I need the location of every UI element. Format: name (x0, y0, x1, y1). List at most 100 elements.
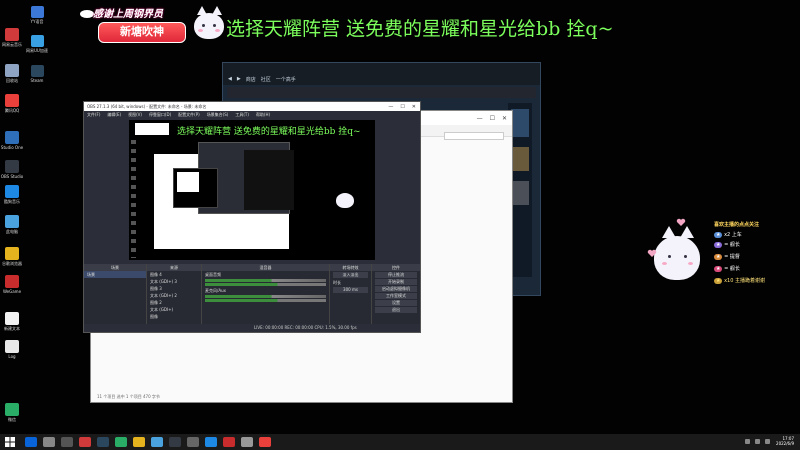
source-item[interactable]: 图像 4 (147, 271, 201, 278)
desktop-icon[interactable]: 此电脑 (0, 215, 24, 234)
obs-preview[interactable]: 选择天耀阵营 送免费的星耀和星光给bb 拴q~ (129, 120, 375, 260)
mixer-dock-title: 混音器 (202, 264, 329, 271)
taskbar-app-icon[interactable] (241, 437, 253, 447)
obs-control-button[interactable]: 停止推流 (375, 272, 417, 278)
source-item[interactable]: 图像 (147, 313, 201, 320)
obs-control-button[interactable]: 设置 (375, 300, 417, 306)
source-item[interactable]: 文本 (GDI+) 3 (147, 278, 201, 285)
app-icon (5, 275, 19, 288)
desktop-icon[interactable]: 腾讯QQ (0, 94, 24, 113)
minimize-button[interactable]: — (388, 104, 393, 110)
close-button[interactable]: ✕ (412, 104, 416, 110)
taskbar-app-icon[interactable] (115, 437, 127, 447)
sources-dock: 来源 图像 4 文本 (GDI+) 3 图像 3 文本 (GDI+) 2 图像 2 文本 … (147, 264, 202, 332)
taskbar-app-icon[interactable] (43, 437, 55, 447)
maximize-button[interactable]: ☐ (490, 115, 495, 122)
desktop-icon[interactable]: 谷歌浏览器 (0, 247, 24, 266)
obs-control-button[interactable]: 退出 (375, 307, 417, 313)
app-icon (5, 312, 19, 325)
taskbar-app-icon[interactable] (133, 437, 145, 447)
transition-duration-input[interactable]: 300 ms (333, 287, 368, 293)
follow-line-5: ★ x10 主播跪着谢谢 (714, 278, 765, 284)
network-icon[interactable] (745, 439, 750, 444)
desktop-icon[interactable]: WeGame (0, 275, 24, 294)
obs-menu-item[interactable]: 编辑(E) (107, 112, 121, 118)
desktop-icon[interactable]: Steam (26, 65, 48, 83)
steam-nav: ◀ ▶ 商店 社区 一个高手 (223, 73, 540, 85)
preview-marquee: 选择天耀阵营 送免费的星耀和星光给bb 拴q~ (177, 127, 361, 137)
source-item[interactable]: 文本 (GDI+) 2 (147, 292, 201, 299)
desktop-icon[interactable]: 网易UU加速器 (26, 35, 48, 53)
taskbar-app-icon[interactable] (79, 437, 91, 447)
desktop-icon[interactable]: 新建文本 (0, 312, 24, 331)
app-icon (30, 35, 44, 47)
scenes-dock-title: 场景 (84, 264, 146, 271)
steam-nav-community[interactable]: 社区 (261, 76, 271, 83)
marquee-text: 选择天耀阵营 送免费的星耀和星光给bb 拴q~ (226, 18, 614, 40)
desktop-icon[interactable]: 酷狗音乐 (0, 185, 24, 204)
steam-url-bar[interactable] (227, 87, 536, 98)
obs-menu-item[interactable]: 文件(F) (87, 112, 100, 118)
desktop-icon-label: Log (8, 354, 16, 359)
obs-control-button[interactable]: 开始录制 (375, 279, 417, 285)
obs-control-button[interactable]: 启动虚拟摄像机 (375, 286, 417, 292)
obs-menu-item[interactable]: 停靠窗口(D) (149, 112, 171, 118)
obs-menu-item[interactable]: 场景集合(S) (207, 112, 229, 118)
controls-dock: 控件 停止推流 开始录制 启动虚拟摄像机 工作室模式 设置 退出 (372, 264, 420, 332)
steam-nav-forward-icon[interactable]: ▶ (237, 76, 241, 82)
sources-dock-title: 来源 (147, 264, 201, 271)
taskbar-app-icon[interactable] (187, 437, 199, 447)
desktop-icon-label: 网易云音乐 (2, 42, 22, 47)
maximize-button[interactable]: ☐ (400, 104, 404, 110)
steam-nav-profile[interactable]: 一个高手 (276, 76, 296, 83)
obs-control-button[interactable]: 工作室模式 (375, 293, 417, 299)
start-windows-icon[interactable] (5, 437, 15, 447)
steam-nav-back-icon[interactable]: ◀ (228, 76, 232, 82)
transition-select[interactable]: 淡入淡出 (333, 272, 368, 278)
obs-titlebar[interactable]: OBS 27.1.3 (64 bit, windows) - 配置文件: 未命名… (84, 102, 420, 111)
desktop-icon-label: 谷歌浏览器 (2, 261, 22, 266)
obs-menu-item[interactable]: 视图(V) (128, 112, 142, 118)
app-icon (5, 403, 19, 416)
desktop-audio-slider[interactable] (205, 283, 326, 286)
taskbar-app-icon[interactable] (25, 437, 37, 447)
desktop-icon[interactable]: Studio One (0, 131, 24, 150)
minimize-button[interactable]: — (477, 115, 483, 122)
obs-menu-item[interactable]: 工具(T) (235, 112, 249, 118)
desktop-icon[interactable]: Log (0, 340, 24, 359)
taskbar-app-icon[interactable] (259, 437, 271, 447)
desktop-icon[interactable]: YY语音 (26, 6, 48, 24)
taskbar-app-icon[interactable] (205, 437, 217, 447)
system-tray (745, 439, 770, 444)
taskbar-app-icon[interactable] (223, 437, 235, 447)
desktop-icon-label: 网易UU加速器 (26, 48, 48, 53)
obs-docks: 场景 场景 来源 图像 4 文本 (GDI+) 3 图像 3 文本 (GDI+) 2图… (84, 264, 420, 332)
desktop-icon[interactable]: 网易云音乐 (0, 28, 24, 47)
desktop-icon-label: 新建文本 (4, 326, 20, 331)
obs-menu-item[interactable]: 帮助(H) (256, 112, 270, 118)
taskbar-app-icon[interactable] (97, 437, 109, 447)
scene-item[interactable]: 场景 (84, 271, 146, 278)
desktop-icon[interactable]: 回收站 (0, 64, 24, 83)
app-icon (5, 64, 19, 77)
source-item[interactable]: 图像 3 (147, 285, 201, 292)
tray-clock[interactable]: 17:07 2022/6/9 (776, 436, 794, 446)
taskbar-app-icon[interactable] (151, 437, 163, 447)
desktop-icon-label: 此电脑 (6, 229, 18, 234)
ime-icon[interactable] (765, 439, 770, 444)
explorer-search-input[interactable] (444, 132, 504, 140)
desktop-icon[interactable]: OBS Studio (0, 160, 24, 179)
desktop-audio-meter (205, 279, 326, 282)
desktop-icon[interactable]: 微信 (0, 403, 24, 422)
obs-window[interactable]: OBS 27.1.3 (64 bit, windows) - 配置文件: 未命名… (83, 101, 421, 333)
steam-titlebar[interactable] (223, 63, 540, 73)
source-item[interactable]: 图像 2 (147, 299, 201, 306)
volume-icon[interactable] (755, 439, 760, 444)
close-button[interactable]: ✕ (502, 115, 507, 122)
steam-nav-store[interactable]: 商店 (246, 76, 256, 83)
taskbar-app-icon[interactable] (61, 437, 73, 447)
source-item[interactable]: 文本 (GDI+) (147, 306, 201, 313)
mic-audio-slider[interactable] (205, 299, 326, 302)
obs-menu-item[interactable]: 配置文件(P) (178, 112, 200, 118)
taskbar-app-icon[interactable] (169, 437, 181, 447)
